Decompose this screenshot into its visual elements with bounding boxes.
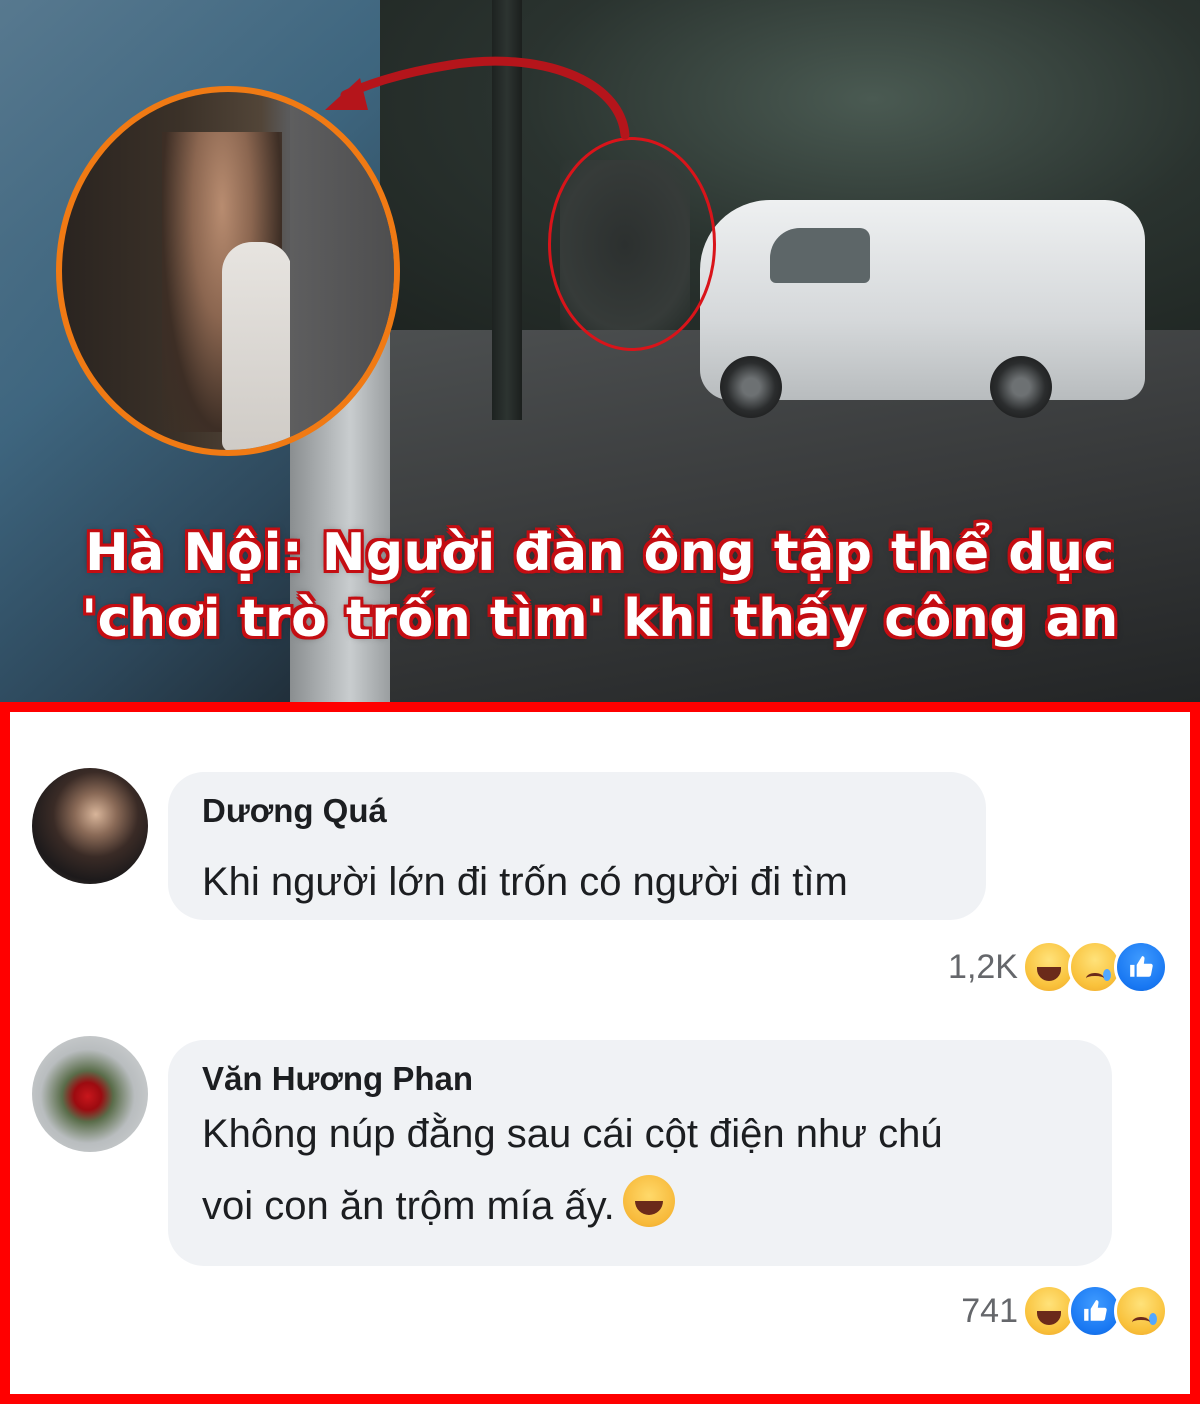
news-photo: Hà Nội: Người đàn ông tập thể dục 'chơi … xyxy=(0,0,1200,702)
zoomed-cloth xyxy=(222,242,292,450)
white-van xyxy=(700,200,1145,418)
comments-panel: Dương Quá Khi người lớn đi trốn có người… xyxy=(0,702,1200,1404)
avatar[interactable] xyxy=(32,1036,148,1152)
zoomed-door xyxy=(290,92,394,450)
red-highlight-circle xyxy=(548,137,716,351)
comment-text: Khi người lớn đi trốn có người đi tìm xyxy=(202,860,848,904)
comment-text-line-2: voi con ăn trộm mía ấy. xyxy=(202,1170,1082,1242)
sad-icon xyxy=(1114,1284,1168,1338)
comment-bubble: Văn Hương Phan Không núp đằng sau cái cộ… xyxy=(168,1040,1112,1266)
reaction-count: 741 xyxy=(961,1291,1018,1330)
curved-arrow-icon xyxy=(325,56,630,140)
headline-line-1: Hà Nội: Người đàn ông tập thể dục xyxy=(85,523,1115,583)
comment-text-line: voi con ăn trộm mía ấy. xyxy=(202,1184,615,1228)
comment-author[interactable]: Dương Quá xyxy=(202,792,387,830)
reaction-count: 1,2K xyxy=(948,947,1018,986)
van-window xyxy=(770,228,870,283)
headline: Hà Nội: Người đàn ông tập thể dục 'chơi … xyxy=(0,520,1200,652)
van-wheel xyxy=(720,356,782,418)
tears-of-joy-emoji-icon xyxy=(622,1175,675,1227)
like-icon xyxy=(1114,940,1168,994)
comment-bubble: Dương Quá Khi người lớn đi trốn có người… xyxy=(168,772,986,920)
comment-author[interactable]: Văn Hương Phan xyxy=(202,1060,473,1098)
zoom-inset-circle xyxy=(56,86,400,456)
reactions-summary[interactable]: 1,2K xyxy=(948,940,1168,994)
reactions-summary[interactable]: 741 xyxy=(961,1284,1168,1338)
van-wheel xyxy=(990,356,1052,418)
comment-text-line: Không núp đằng sau cái cột điện như chú xyxy=(202,1112,943,1156)
avatar[interactable] xyxy=(32,768,148,884)
comment-text: Không núp đằng sau cái cột điện như chú … xyxy=(202,1098,1082,1242)
headline-line-2: 'chơi trò trốn tìm' khi thấy công an xyxy=(81,589,1119,649)
